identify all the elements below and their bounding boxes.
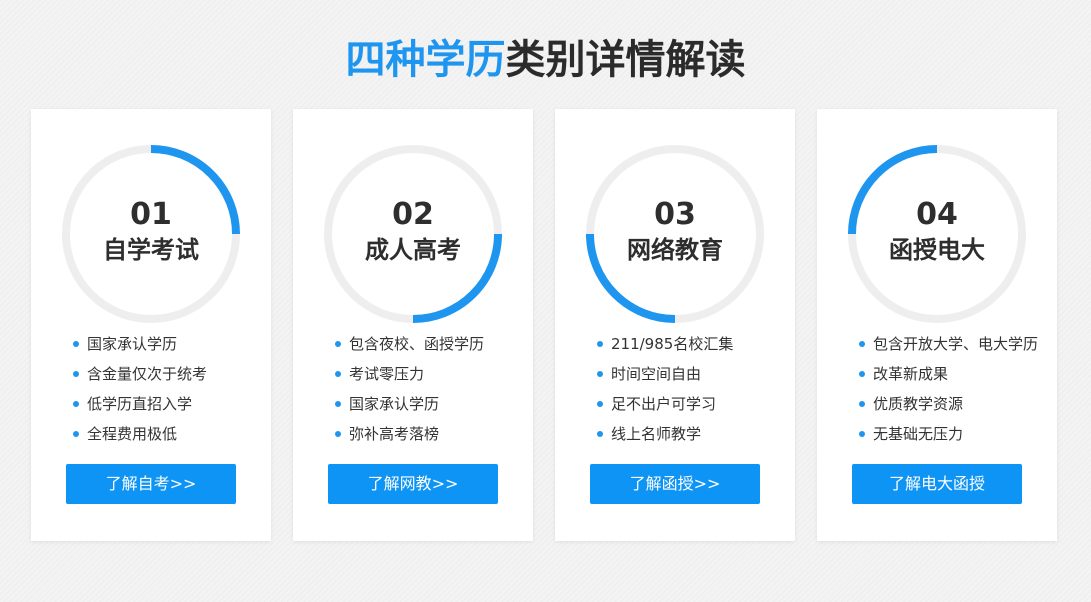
feature-item: 改革新成果 bbox=[859, 359, 1038, 389]
feature-item: 包含夜校、函授学历 bbox=[335, 329, 484, 359]
feature-item: 无基础无压力 bbox=[859, 419, 1038, 449]
feature-list: 包含开放大学、电大学历 改革新成果 优质教学资源 无基础无压力 bbox=[859, 329, 1038, 449]
feature-list: 211/985名校汇集 时间空间自由 足不出户可学习 线上名师教学 bbox=[597, 329, 733, 449]
learn-more-button[interactable]: 了解电大函授 bbox=[852, 464, 1022, 504]
page-title-highlight: 四种学历 bbox=[345, 37, 506, 83]
feature-item: 线上名师教学 bbox=[597, 419, 733, 449]
education-card-1: 01 自学考试 国家承认学历 含金量仅次于统考 低学历直招入学 全程费用极低 了… bbox=[31, 109, 271, 541]
card-number: 01 bbox=[130, 197, 172, 232]
feature-item: 弥补高考落榜 bbox=[335, 419, 484, 449]
card-number: 02 bbox=[392, 197, 434, 232]
card-title: 函授电大 bbox=[889, 236, 985, 264]
feature-list: 国家承认学历 含金量仅次于统考 低学历直招入学 全程费用极低 bbox=[73, 329, 207, 449]
feature-item: 211/985名校汇集 bbox=[597, 329, 733, 359]
progress-ring bbox=[848, 145, 1026, 323]
education-card-4: 04 函授电大 包含开放大学、电大学历 改革新成果 优质教学资源 无基础无压力 … bbox=[817, 109, 1057, 541]
progress-ring bbox=[586, 145, 764, 323]
feature-item: 含金量仅次于统考 bbox=[73, 359, 207, 389]
feature-item: 足不出户可学习 bbox=[597, 389, 733, 419]
learn-more-button[interactable]: 了解自考>> bbox=[66, 464, 236, 504]
page-title: 四种学历类别详情解读 bbox=[0, 34, 1091, 86]
card-title: 网络教育 bbox=[627, 236, 723, 264]
education-card-2: 02 成人高考 包含夜校、函授学历 考试零压力 国家承认学历 弥补高考落榜 了解… bbox=[293, 109, 533, 541]
feature-item: 包含开放大学、电大学历 bbox=[859, 329, 1038, 359]
progress-ring bbox=[62, 145, 240, 323]
page-title-rest: 类别详情解读 bbox=[505, 37, 746, 83]
feature-item: 国家承认学历 bbox=[73, 329, 207, 359]
card-title: 自学考试 bbox=[103, 236, 199, 264]
feature-list: 包含夜校、函授学历 考试零压力 国家承认学历 弥补高考落榜 bbox=[335, 329, 484, 449]
feature-item: 考试零压力 bbox=[335, 359, 484, 389]
progress-ring bbox=[324, 145, 502, 323]
feature-item: 国家承认学历 bbox=[335, 389, 484, 419]
learn-more-button[interactable]: 了解网教>> bbox=[328, 464, 498, 504]
card-number: 04 bbox=[916, 197, 958, 232]
learn-more-button[interactable]: 了解函授>> bbox=[590, 464, 760, 504]
feature-item: 全程费用极低 bbox=[73, 419, 207, 449]
education-card-3: 03 网络教育 211/985名校汇集 时间空间自由 足不出户可学习 线上名师教… bbox=[555, 109, 795, 541]
feature-item: 优质教学资源 bbox=[859, 389, 1038, 419]
card-number: 03 bbox=[654, 197, 696, 232]
feature-item: 低学历直招入学 bbox=[73, 389, 207, 419]
feature-item: 时间空间自由 bbox=[597, 359, 733, 389]
card-title: 成人高考 bbox=[365, 236, 461, 264]
